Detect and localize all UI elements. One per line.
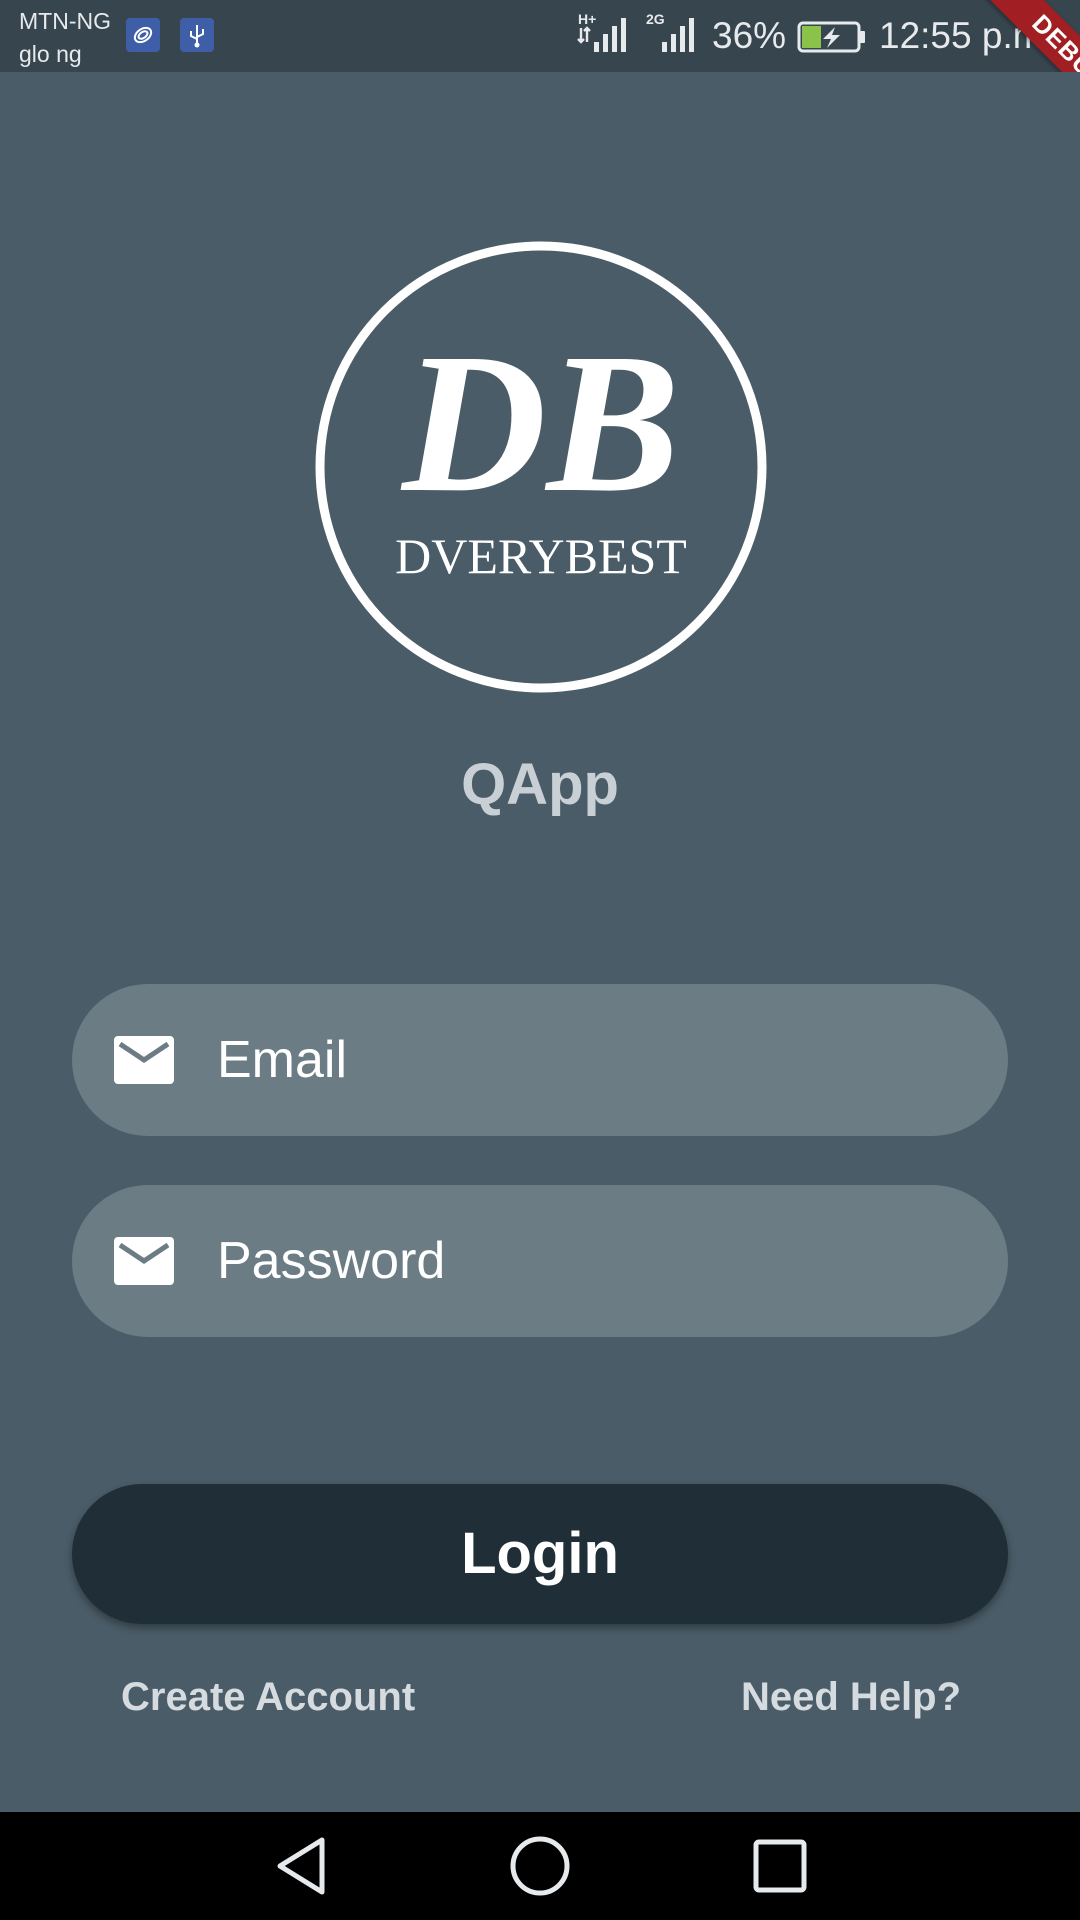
carrier-secondary: glo ng bbox=[19, 41, 82, 67]
mail-icon bbox=[114, 1237, 174, 1285]
home-icon[interactable] bbox=[508, 1834, 572, 1898]
signal-strength-2g-icon: 2G bbox=[646, 12, 694, 52]
login-button[interactable]: Login bbox=[72, 1484, 1008, 1624]
battery-percent: 36% bbox=[712, 15, 787, 56]
usb-icon bbox=[180, 18, 214, 52]
create-account-link[interactable]: Create Account bbox=[121, 1672, 415, 1722]
recents-icon[interactable] bbox=[752, 1834, 808, 1898]
network-type-label: H+ bbox=[578, 12, 596, 27]
battery-charging-icon bbox=[797, 21, 865, 53]
network-type-label: 2G bbox=[646, 12, 665, 27]
password-field[interactable] bbox=[72, 1185, 1008, 1337]
email-input[interactable] bbox=[217, 1020, 957, 1100]
clock: 12:55 p.m. bbox=[879, 15, 1054, 56]
mail-icon bbox=[114, 1036, 174, 1084]
sync-icon bbox=[126, 18, 160, 52]
carrier-primary: MTN-NG bbox=[19, 8, 111, 34]
signal-strength-h-plus-icon: H+ bbox=[577, 12, 626, 52]
status-bar: MTN-NG glo ng H+ 2G 36% 12:55 p.m. DEBUG bbox=[0, 0, 1080, 72]
navigation-bar bbox=[0, 1812, 1080, 1920]
password-input[interactable] bbox=[217, 1221, 957, 1301]
logo-monogram: DB bbox=[400, 313, 680, 534]
need-help-link[interactable]: Need Help? bbox=[741, 1672, 961, 1722]
logo-wordmark: DVERYBEST bbox=[395, 528, 687, 584]
dverybest-logo: DB DVERYBEST bbox=[315, 241, 767, 693]
back-icon[interactable] bbox=[272, 1834, 328, 1898]
email-field[interactable] bbox=[72, 984, 1008, 1136]
app-title: QApp bbox=[461, 752, 619, 817]
